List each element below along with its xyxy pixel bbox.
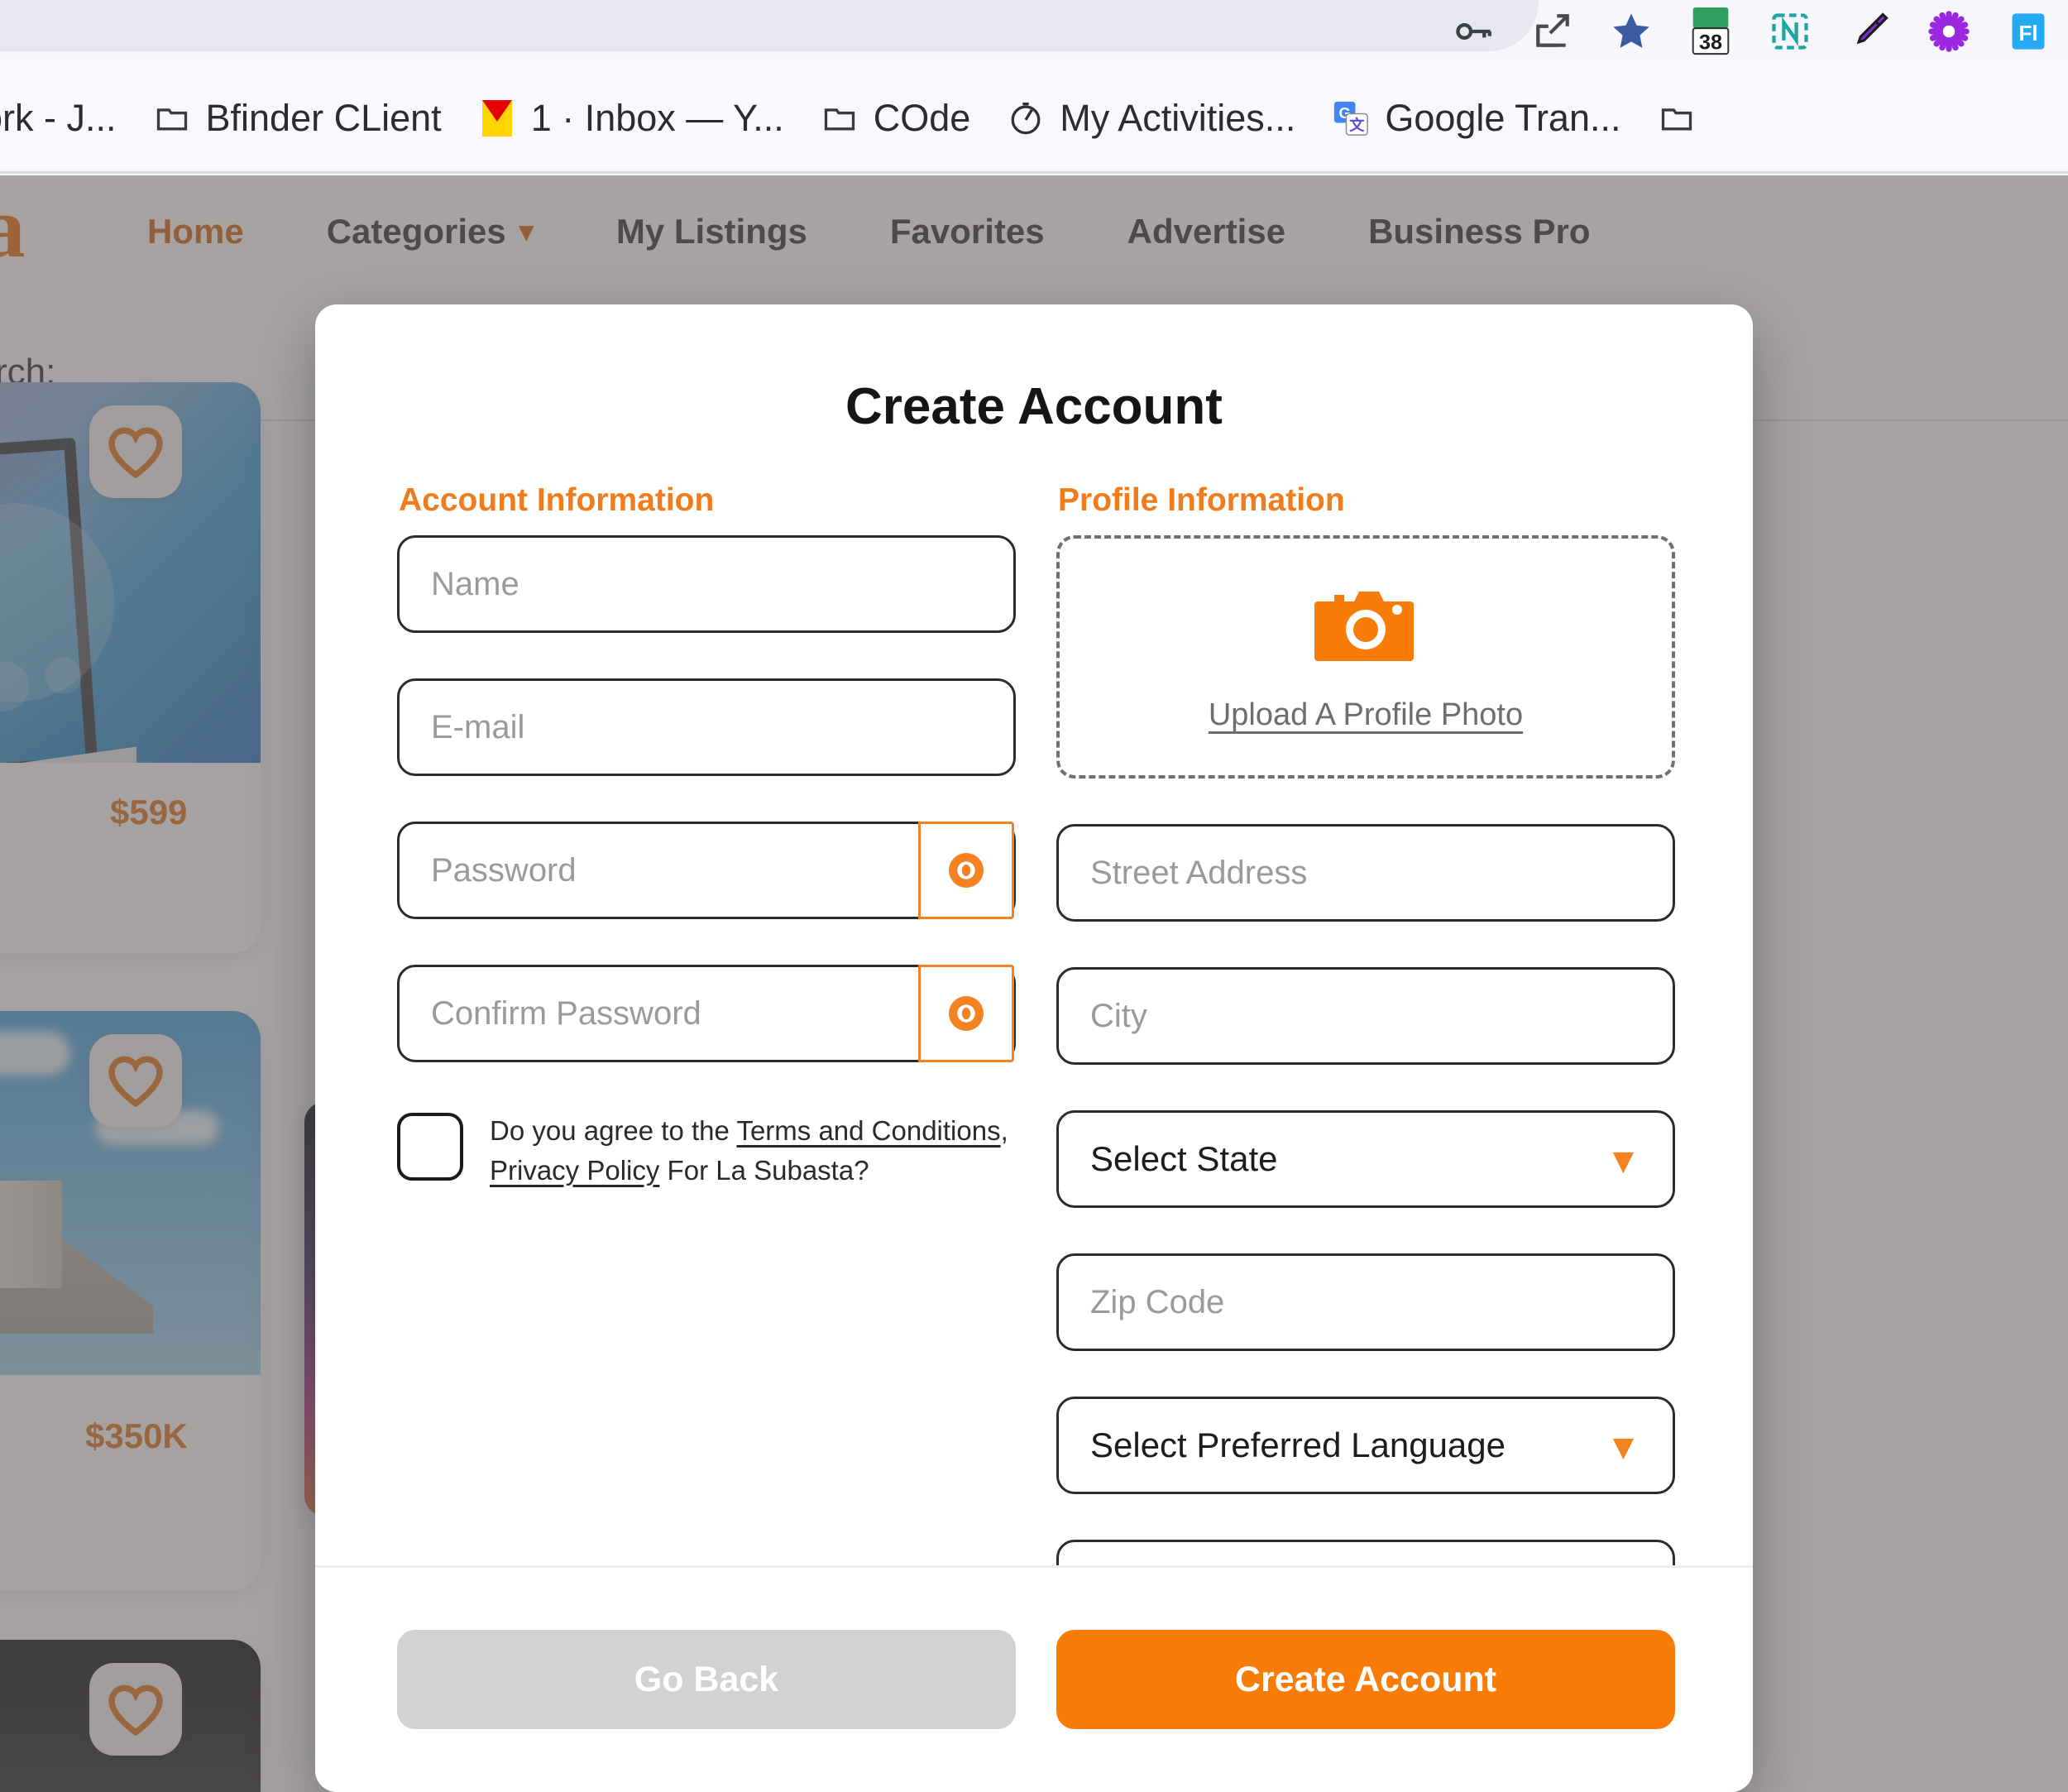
modal-footer: Go Back Create Account (315, 1565, 1753, 1792)
highlighter-extension-icon[interactable] (1830, 0, 1909, 63)
terms-and-conditions-link[interactable]: Terms and Conditions (736, 1115, 1000, 1146)
toggle-confirm-password-visibility-button[interactable] (918, 965, 1014, 1062)
upload-profile-photo-dropzone[interactable]: Upload A Profile Photo (1056, 535, 1675, 779)
street-address-input-placeholder: Street Address (1090, 854, 1308, 891)
account-information-column: Account Information Name E-mail Password (397, 482, 1016, 1191)
go-back-button[interactable]: Go Back (397, 1630, 1016, 1729)
bookmark-label: Bfinder CLient (205, 97, 442, 139)
language-select-field[interactable]: Select Preferred Language ▾ (1056, 1397, 1675, 1494)
yahoo-mail-icon (478, 99, 516, 137)
bookmark-label: My Activities... (1060, 97, 1296, 139)
bookmark-item-google-translate[interactable]: G 文 Google Tran... (1314, 77, 1639, 160)
toggle-password-visibility-button[interactable] (918, 822, 1014, 919)
toolbar-icon-group: 38 Fl (1433, 0, 2068, 63)
bookmark-label: ork - J... (0, 97, 117, 139)
browser-chrome: 38 Fl rk - J... Bfinder CLient 1 · Inbox… (0, 0, 2068, 175)
name-field[interactable]: Name (397, 535, 1016, 633)
bookmark-item-my-activities[interactable]: My Activities... (989, 77, 1314, 160)
password-input-placeholder: Password (431, 851, 577, 889)
name-input-placeholder: Name (431, 565, 519, 602)
profile-information-column: Profile Information Upload A Profile Pho… (1056, 482, 1675, 1683)
chevron-down-icon: ▾ (1613, 1424, 1633, 1467)
confirm-password-input-placeholder: Confirm Password (431, 994, 701, 1032)
bookmark-item-yahoo-inbox[interactable]: 1 · Inbox — Y... (460, 77, 802, 160)
create-account-button-label: Create Account (1234, 1659, 1497, 1699)
folder-icon (153, 99, 191, 137)
city-input-placeholder: City (1090, 997, 1147, 1034)
email-input-placeholder: E-mail (431, 708, 525, 745)
terms-agreement-text: Do you agree to the Terms and Conditions… (490, 1108, 1008, 1191)
bookmark-star-icon[interactable] (1592, 0, 1671, 63)
password-field[interactable]: Password (397, 822, 1016, 919)
privacy-policy-link[interactable]: Privacy Policy (490, 1155, 659, 1186)
terms-agreement-checkbox[interactable] (397, 1113, 463, 1181)
edit-share-icon[interactable] (1512, 0, 1592, 63)
create-account-button[interactable]: Create Account (1056, 1630, 1675, 1729)
profile-information-heading: Profile Information (1058, 482, 1345, 518)
eye-icon (949, 853, 984, 888)
terms-prefix: Do you agree to the (490, 1115, 737, 1146)
create-account-modal: Create Account Account Information Name … (315, 304, 1753, 1792)
eye-icon (949, 996, 984, 1031)
svg-text:Fl: Fl (2018, 21, 2037, 46)
bookmark-label: Google Tran... (1385, 97, 1621, 139)
bookmark-item-overflow[interactable] (1640, 77, 1729, 160)
modal-title: Create Account (845, 378, 1223, 435)
notion-extension-icon[interactable] (1750, 0, 1830, 63)
folder-icon (821, 99, 859, 137)
chevron-down-icon: ▾ (1613, 1138, 1633, 1181)
terms-agreement-row: Do you agree to the Terms and Conditions… (397, 1108, 1016, 1191)
terms-suffix: For La Subasta? (659, 1154, 869, 1186)
account-information-heading: Account Information (399, 482, 715, 518)
terms-comma: , (1000, 1115, 1008, 1146)
upload-profile-photo-caption[interactable]: Upload A Profile Photo (1209, 697, 1523, 733)
confirm-password-field[interactable]: Confirm Password (397, 965, 1016, 1062)
language-select-value: Select Preferred Language (1090, 1425, 1506, 1464)
bookmarks-bar: ork - J... Bfinder CLient 1 · Inbox — Y.… (0, 63, 2068, 174)
bookmark-label: 1 · Inbox — Y... (530, 97, 784, 139)
city-field[interactable]: City (1056, 967, 1675, 1065)
svg-text:文: 文 (1349, 117, 1365, 134)
google-translate-icon: G 文 (1332, 99, 1370, 137)
clock-icon (1007, 99, 1045, 137)
bookmark-item-work[interactable]: ork - J... (0, 77, 135, 160)
email-field[interactable]: E-mail (397, 678, 1016, 776)
zip-code-field[interactable]: Zip Code (1056, 1253, 1675, 1351)
bookmark-item-code[interactable]: COde (802, 77, 989, 160)
figma-extension-icon[interactable]: Fl (1989, 0, 2068, 63)
folder-icon (1658, 99, 1696, 137)
password-key-icon[interactable] (1433, 0, 1512, 63)
state-select-value: Select State (1090, 1139, 1278, 1178)
browser-toolbar: 38 Fl (0, 0, 2068, 63)
omnibox-background (0, 0, 1539, 51)
state-select-field[interactable]: Select State ▾ (1056, 1110, 1675, 1208)
asterisk-extension-icon[interactable] (1909, 0, 1989, 63)
zip-code-input-placeholder: Zip Code (1090, 1283, 1225, 1320)
go-back-button-label: Go Back (634, 1659, 779, 1699)
extension-counter-icon[interactable]: 38 (1671, 0, 1750, 63)
bookmark-item-bfinder-client[interactable]: Bfinder CLient (135, 77, 460, 160)
bookmark-label: COde (873, 97, 971, 139)
svg-text:38: 38 (1699, 31, 1722, 54)
street-address-field[interactable]: Street Address (1056, 824, 1675, 922)
camera-icon (1314, 591, 1414, 661)
